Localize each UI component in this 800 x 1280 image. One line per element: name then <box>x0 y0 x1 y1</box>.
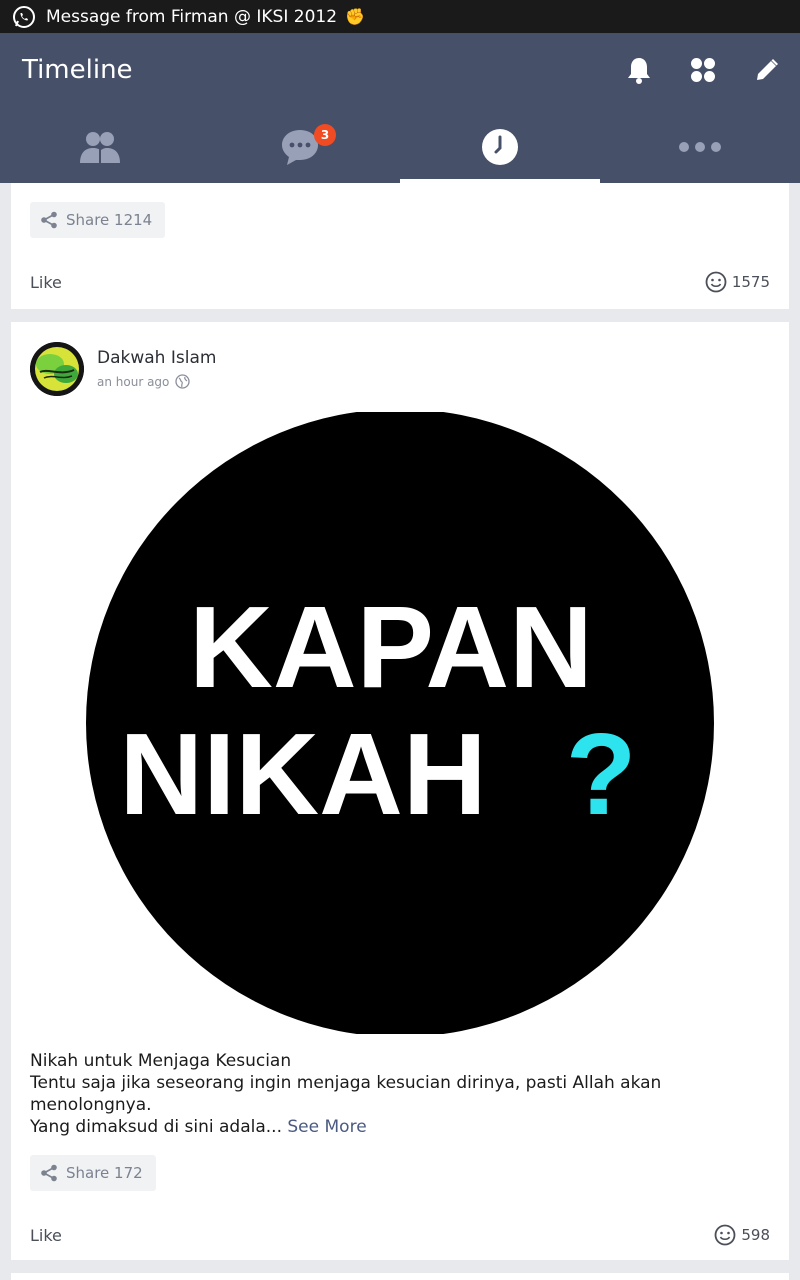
tab-more[interactable] <box>600 111 800 183</box>
globe-icon <box>175 374 191 389</box>
page-title: Timeline <box>22 55 133 85</box>
post-card: Share 1214 Like 1575 <box>11 183 789 309</box>
unread-badge: 3 <box>314 124 336 146</box>
apps-grid-icon <box>691 58 715 82</box>
like-count-value: 1575 <box>731 273 770 291</box>
tab-timeline[interactable] <box>400 111 600 183</box>
like-button[interactable]: Like <box>30 1226 62 1245</box>
share-icon <box>41 211 57 229</box>
avatar[interactable] <box>30 342 84 396</box>
like-count[interactable]: 598 <box>714 1224 770 1246</box>
post-card <box>11 1273 789 1280</box>
share-icon <box>41 1164 57 1182</box>
fist-bump-emoji: ✊ <box>345 7 365 26</box>
tab-chats[interactable]: 3 <box>200 111 400 183</box>
post-time: an hour ago <box>97 374 170 389</box>
header-actions <box>622 53 784 87</box>
share-button[interactable]: Share 172 <box>30 1155 156 1191</box>
bell-icon <box>628 58 650 84</box>
like-count-value: 598 <box>741 1226 770 1244</box>
share-label: Share 1214 <box>66 211 153 229</box>
apps-button[interactable] <box>686 53 720 87</box>
post-meta: an hour ago <box>97 374 191 389</box>
smiley-icon <box>705 271 727 293</box>
smiley-icon <box>714 1224 736 1246</box>
avatar-image <box>30 342 84 396</box>
pencil-icon <box>757 59 778 80</box>
post-body-line: Yang dimaksud di sini adala... <box>30 1117 282 1137</box>
share-button[interactable]: Share 1214 <box>30 202 166 238</box>
whatsapp-icon <box>13 5 35 28</box>
notification-text: Message from Firman @ IKSI 2012 <box>46 6 338 27</box>
graphic-line1: KAPAN <box>189 582 593 712</box>
tab-friends[interactable] <box>0 111 200 183</box>
clock-icon <box>482 129 518 165</box>
post-image[interactable]: KAPAN NIKAH ? <box>11 409 789 1037</box>
friends-icon <box>80 132 120 163</box>
more-icon <box>679 142 721 152</box>
kapan-nikah-graphic: KAPAN NIKAH ? <box>86 409 714 1037</box>
notifications-button[interactable] <box>622 53 656 87</box>
see-more-link[interactable]: See More <box>287 1117 366 1137</box>
status-bar: Message from Firman @ IKSI 2012 ✊ <box>0 0 800 33</box>
compose-button[interactable] <box>750 53 784 87</box>
post-card: Dakwah Islam an hour ago KAPAN NIKAH ? N… <box>11 322 789 1260</box>
post-body-line: Nikah untuk Menjaga Kesucian <box>30 1051 292 1071</box>
post-body: Nikah untuk Menjaga Kesucian Tentu saja … <box>30 1050 770 1138</box>
post-body-line: Tentu saja jika seseorang ingin menjaga … <box>30 1073 662 1115</box>
graphic-question-mark: ? <box>566 709 637 839</box>
tab-bar: 3 <box>0 111 800 183</box>
share-label: Share 172 <box>66 1164 143 1182</box>
graphic-line2: NIKAH <box>119 709 486 839</box>
author-name[interactable]: Dakwah Islam <box>97 348 216 368</box>
like-button[interactable]: Like <box>30 273 62 292</box>
app-header: Timeline 3 <box>0 33 800 183</box>
like-count[interactable]: 1575 <box>705 271 770 293</box>
